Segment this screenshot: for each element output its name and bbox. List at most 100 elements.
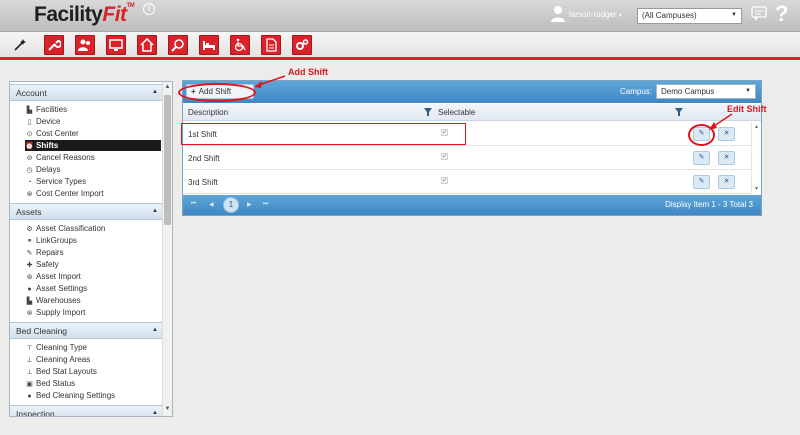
delete-icon[interactable]: ✕ <box>718 151 735 165</box>
people-icon[interactable] <box>75 35 95 55</box>
wrench-icon: ✎ <box>26 250 33 257</box>
scroll-down-icon[interactable]: ▼ <box>163 406 172 412</box>
grid-header: Description Selectable <box>183 104 761 121</box>
sidebar-item-device[interactable]: ▯ Device <box>25 116 161 127</box>
sidebar-item-delays[interactable]: ◷ Delays <box>25 164 161 175</box>
building-icon: ▙ <box>26 298 33 305</box>
campus-filter-select[interactable]: (All Campuses) ▼ <box>637 8 742 24</box>
brush-icon: ⊤ <box>26 345 33 352</box>
filter-icon[interactable] <box>675 108 683 116</box>
section-header-bed-cleaning[interactable]: Bed Cleaning ▲ <box>10 322 163 339</box>
sitemap-icon: ⊥ <box>26 357 33 364</box>
sidebar-item-bed-stat-layouts[interactable]: ⊥ Bed Stat Layouts <box>25 366 161 377</box>
sidebar-item-bed-status[interactable]: ▣ Bed Status <box>25 378 161 389</box>
collapse-arrow-icon: ▲ <box>152 410 158 416</box>
bed-icon[interactable] <box>199 35 219 55</box>
settings-wand-icon[interactable] <box>10 35 30 55</box>
scroll-down-icon[interactable]: ▼ <box>754 186 759 192</box>
column-header-description[interactable]: Description <box>188 108 228 117</box>
table-row[interactable]: 3rd Shift ✔ ✎ ✕ <box>183 170 751 194</box>
phone-icon: ▯ <box>27 119 32 126</box>
monitor-icon[interactable] <box>106 35 126 55</box>
shifts-grid: + Add Shift Campus: Demo Campus ▼ Descrip… <box>182 80 762 216</box>
clock-icon: ◷ <box>26 167 33 174</box>
chevron-down-icon: ▼ <box>745 88 751 94</box>
edit-icon[interactable]: ✎ <box>693 151 710 165</box>
sidebar-scroll-thumb[interactable] <box>164 95 171 225</box>
filter-icon[interactable] <box>424 108 432 116</box>
section-header-inspection[interactable]: Inspection ▲ <box>10 405 163 416</box>
alarm-clock-icon: ⏰ <box>25 143 34 150</box>
user-icon[interactable] <box>550 5 566 23</box>
scroll-up-icon[interactable]: ▲ <box>163 84 172 90</box>
sidebar-item-facilities[interactable]: ▙ Facilities <box>25 104 161 115</box>
collapse-arrow-icon: ▲ <box>152 327 158 333</box>
sidebar-item-cost-center-import[interactable]: ⊛ Cost Center Import <box>25 188 161 199</box>
home-icon[interactable] <box>137 35 157 55</box>
grid-toolbar: + Add Shift Campus: Demo Campus ▼ <box>183 81 761 103</box>
edit-icon[interactable]: ✎ <box>693 175 710 189</box>
sidebar-item-cleaning-type[interactable]: ⊤ Cleaning Type <box>25 342 161 353</box>
annotation-add-shift: Add Shift <box>288 67 328 77</box>
coin-icon: ⊙ <box>26 131 33 138</box>
grid-scrollbar[interactable]: ▲ ▼ <box>751 122 761 194</box>
gears-icon[interactable] <box>292 35 312 55</box>
sidebar-item-supply-import[interactable]: ⊛ Supply Import <box>25 307 161 318</box>
collapse-arrow-icon: ▲ <box>152 89 158 95</box>
sidebar-item-cost-center[interactable]: ⊙ Cost Center <box>25 128 161 139</box>
building-icon: ▙ <box>26 107 33 114</box>
sitemap-icon: ⊥ <box>26 369 33 376</box>
section-header-assets[interactable]: Assets ▲ <box>10 203 163 220</box>
annotation-edit-shift: Edit Shift <box>727 104 767 114</box>
column-header-selectable[interactable]: Selectable <box>438 108 475 117</box>
admin-sidebar: Account ▲ ▙ Facilities ▯ Device ⊙ Cost Cent… <box>9 81 173 417</box>
next-page-icon[interactable]: ▶ <box>247 201 252 208</box>
first-page-icon[interactable]: ⏮ <box>191 201 196 208</box>
sidebar-item-repairs[interactable]: ✎ Repairs <box>25 247 161 258</box>
edit-button-highlight <box>688 124 715 146</box>
section-header-account[interactable]: Account ▲ <box>10 84 163 101</box>
previous-page-icon[interactable]: ◀ <box>209 201 214 208</box>
sidebar-item-linkgroups[interactable]: ⚭ LinkGroups <box>25 235 161 246</box>
selectable-checkbox[interactable]: ✔ <box>441 153 448 160</box>
sidebar-item-asset-settings[interactable]: ● Asset Settings <box>25 283 161 294</box>
medkit-icon: ✚ <box>26 262 33 269</box>
sidebar-item-service-types[interactable]: ◔ Service Types <box>25 176 161 187</box>
main-toolbar <box>0 32 800 60</box>
scroll-up-icon[interactable]: ▲ <box>754 124 759 130</box>
collapse-arrow-icon: ▲ <box>152 208 158 214</box>
campus-dropdown[interactable]: Demo Campus ▼ <box>656 84 756 99</box>
pager-info: Display Item 1 - 3 Total 3 <box>665 200 753 209</box>
sidebar-item-cleaning-areas[interactable]: ⊥ Cleaning Areas <box>25 354 161 365</box>
delete-icon[interactable]: ✕ <box>718 175 735 189</box>
chat-icon[interactable] <box>751 6 767 22</box>
sidebar-item-asset-classification[interactable]: ⚙ Asset Classification <box>25 223 161 234</box>
sidebar-item-cancel-reasons[interactable]: ⊘ Cancel Reasons <box>25 152 161 163</box>
sidebar-item-asset-import[interactable]: ⊛ Asset Import <box>25 271 161 282</box>
sidebar-item-safety[interactable]: ✚ Safety <box>25 259 161 270</box>
import-icon: ⊛ <box>26 191 33 198</box>
delete-icon[interactable]: ✕ <box>718 127 735 141</box>
help-icon[interactable]: ? <box>775 1 788 27</box>
wrench-icon[interactable] <box>44 35 64 55</box>
selectable-checkbox[interactable]: ✔ <box>441 177 448 184</box>
sidebar-item-bed-cleaning-settings[interactable]: ● Bed Cleaning Settings <box>25 390 161 401</box>
link-icon: ⚭ <box>26 238 33 245</box>
cogs-icon: ⚙ <box>26 226 33 233</box>
page-number-button[interactable]: 1 <box>223 197 239 213</box>
sidebar-item-warehouses[interactable]: ▙ Warehouses <box>25 295 161 306</box>
info-icon[interactable]: i <box>143 3 155 15</box>
import-icon: ⊛ <box>26 274 33 281</box>
magnifier-icon[interactable] <box>168 35 188 55</box>
document-icon[interactable] <box>261 35 281 55</box>
facilityfit-logo[interactable]: FacilityFitTM <box>34 3 135 27</box>
sidebar-scrollbar[interactable]: ▲ ▼ <box>162 82 172 416</box>
import-icon: ⊛ <box>26 310 33 317</box>
wheelchair-icon[interactable] <box>230 35 250 55</box>
username-menu[interactable]: larson-rodger ▾ <box>569 10 622 19</box>
last-page-icon[interactable]: ⏭ <box>263 201 268 208</box>
table-row[interactable]: 2nd Shift ✔ ✎ ✕ <box>183 146 751 170</box>
add-shift-highlight <box>178 83 256 102</box>
sidebar-item-shifts[interactable]: ⏰ Shifts <box>25 140 161 151</box>
chevron-down-icon: ▼ <box>731 12 737 18</box>
